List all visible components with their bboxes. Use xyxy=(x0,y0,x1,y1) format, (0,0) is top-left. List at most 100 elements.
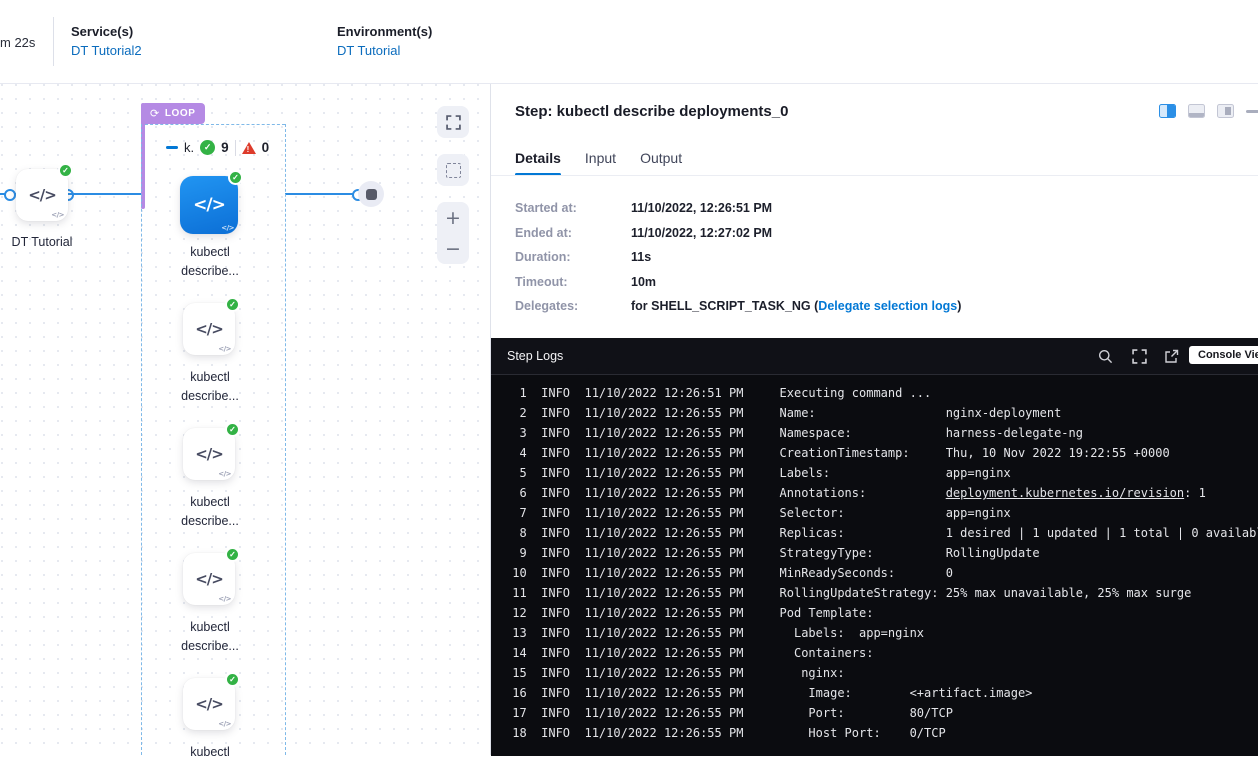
log-line: 10 INFO 11/10/2022 12:26:55 PM MinReadyS… xyxy=(505,563,1258,583)
step-logs-header: Step Logs Console View xyxy=(491,338,1258,375)
zoom-out-button[interactable]: − xyxy=(437,233,469,264)
log-line: 4 INFO 11/10/2022 12:26:55 PM CreationTi… xyxy=(505,443,1258,463)
environment-link[interactable]: DT Tutorial xyxy=(337,43,432,58)
success-badge-icon: ✓ xyxy=(58,163,73,178)
canvas-zoom-controls: + − xyxy=(437,202,469,264)
tab-output[interactable]: Output xyxy=(640,150,682,166)
canvas-fit-button[interactable] xyxy=(437,154,469,186)
duration-value: 11s xyxy=(631,250,651,264)
service-block: Service(s) DT Tutorial2 xyxy=(71,24,142,58)
log-fullscreen-button[interactable] xyxy=(1132,349,1147,364)
log-line: 6 INFO 11/10/2022 12:26:55 PM Annotation… xyxy=(505,483,1258,503)
started-at-label: Started at: xyxy=(515,201,631,215)
layout-split-view-button[interactable] xyxy=(1159,104,1176,118)
log-line: 9 INFO 11/10/2022 12:26:55 PM StrategyTy… xyxy=(505,543,1258,563)
detail-row-timeout: Timeout: 10m xyxy=(515,275,961,289)
log-line: 11 INFO 11/10/2022 12:26:55 PM RollingUp… xyxy=(505,583,1258,603)
edge-start-to-loop xyxy=(68,193,141,195)
ended-at-label: Ended at: xyxy=(515,226,631,240)
matrix-header: k. ✓ 9 ! 0 xyxy=(166,139,269,156)
search-icon xyxy=(1098,349,1113,364)
log-annotation-link[interactable]: deployment.kubernetes.io/revision xyxy=(946,486,1184,500)
environment-block: Environment(s) DT Tutorial xyxy=(337,24,432,58)
loop-icon: ⟳ xyxy=(150,107,160,120)
fit-selection-icon xyxy=(446,163,461,178)
layout-bottom-view-button[interactable] xyxy=(1188,104,1205,118)
node-kubectl-describe-4[interactable]: </> </> ✓ xyxy=(183,553,235,605)
node-dt-tutorial[interactable]: </> </> ✓ xyxy=(16,169,68,221)
execution-topbar: m 22s Service(s) DT Tutorial2 Environmen… xyxy=(0,0,1258,84)
delegate-selection-logs-link[interactable]: Delegate selection logs xyxy=(818,299,957,313)
node-kubectl-describe-2[interactable]: </> </> ✓ xyxy=(183,303,235,355)
detail-row-delegates: Delegates: for SHELL_SCRIPT_TASK_NG (Del… xyxy=(515,299,961,313)
delegates-label: Delegates: xyxy=(515,299,631,313)
tabs-border xyxy=(491,175,1258,176)
stop-icon xyxy=(366,189,377,200)
log-open-new-tab-button[interactable] xyxy=(1164,349,1179,364)
detail-row-ended: Ended at: 11/10/2022, 12:27:02 PM xyxy=(515,226,961,240)
canvas-fullscreen-button[interactable] xyxy=(437,106,469,138)
log-line: 2 INFO 11/10/2022 12:26:55 PM Name: ngin… xyxy=(505,403,1258,423)
execution-duration: m 22s xyxy=(0,35,35,50)
detail-row-started: Started at: 11/10/2022, 12:26:51 PM xyxy=(515,201,961,215)
log-line: 15 INFO 11/10/2022 12:26:55 PM nginx: xyxy=(505,663,1258,683)
external-link-icon xyxy=(1164,349,1179,364)
code-icon: </> xyxy=(195,320,223,338)
node-label-kubectl: kubectldescribe... xyxy=(151,243,269,281)
console-view-button[interactable]: Console View xyxy=(1189,346,1258,364)
node-label-kubectl: kubectldescribe... xyxy=(151,493,269,531)
log-line: 8 INFO 11/10/2022 12:26:55 PM Replicas: … xyxy=(505,523,1258,543)
code-corner-icon: </> xyxy=(51,211,64,219)
node-stage-end xyxy=(358,181,384,207)
environment-label: Environment(s) xyxy=(337,24,432,39)
log-line: 13 INFO 11/10/2022 12:26:55 PM Labels: a… xyxy=(505,623,1258,643)
failed-count: 0 xyxy=(262,140,270,155)
code-corner-icon: </> xyxy=(218,470,231,478)
log-line: 7 INFO 11/10/2022 12:26:55 PM Selector: … xyxy=(505,503,1258,523)
log-line: 18 INFO 11/10/2022 12:26:55 PM Host Port… xyxy=(505,723,1258,743)
log-lines[interactable]: 1 INFO 11/10/2022 12:26:51 PM Executing … xyxy=(491,375,1258,756)
minimize-panel-button[interactable] xyxy=(1246,110,1258,113)
step-logs-section: Step Logs Console View 1 INFO 11/10/2022… xyxy=(491,338,1258,755)
success-count-icon: ✓ xyxy=(200,140,215,155)
zoom-in-button[interactable]: + xyxy=(437,202,469,233)
loop-border-left xyxy=(141,124,142,755)
duration-label: Duration: xyxy=(515,250,631,264)
tab-details[interactable]: Details xyxy=(515,150,561,166)
code-corner-icon: </> xyxy=(221,224,234,232)
warning-triangle-icon: ! xyxy=(242,142,256,154)
success-badge-icon: ✓ xyxy=(225,547,240,562)
node-label-dt-tutorial: DT Tutorial xyxy=(0,233,101,252)
loop-border-top xyxy=(145,124,285,125)
node-label-kubectl: kubectldescribe... xyxy=(151,368,269,406)
started-at-value: 11/10/2022, 12:26:51 PM xyxy=(631,201,772,215)
step-detail-fields: Started at: 11/10/2022, 12:26:51 PM Ende… xyxy=(515,201,961,324)
success-badge-icon: ✓ xyxy=(228,170,243,185)
log-line: 17 INFO 11/10/2022 12:26:55 PM Port: 80/… xyxy=(505,703,1258,723)
node-kubectl-describe-selected[interactable]: </> </> ✓ xyxy=(180,176,238,234)
log-line: 12 INFO 11/10/2022 12:26:55 PM Pod Templ… xyxy=(505,603,1258,623)
ended-at-value: 11/10/2022, 12:27:02 PM xyxy=(631,226,772,240)
delegates-value: for SHELL_SCRIPT_TASK_NG (Delegate selec… xyxy=(631,299,961,313)
step-details-panel: Step: kubectl describe deployments_0 Det… xyxy=(490,83,1258,755)
log-line: 3 INFO 11/10/2022 12:26:55 PM Namespace:… xyxy=(505,423,1258,443)
service-link[interactable]: DT Tutorial2 xyxy=(71,43,142,58)
topbar-divider xyxy=(53,17,54,66)
log-line: 14 INFO 11/10/2022 12:26:55 PM Container… xyxy=(505,643,1258,663)
collapse-icon[interactable] xyxy=(166,146,178,149)
detail-row-duration: Duration: 11s xyxy=(515,250,961,264)
node-kubectl-describe-5[interactable]: </> </> ✓ xyxy=(183,678,235,730)
node-kubectl-describe-3[interactable]: </> </> ✓ xyxy=(183,428,235,480)
step-tabs: Details Input Output xyxy=(515,150,682,166)
layout-right-view-button[interactable] xyxy=(1217,104,1234,118)
success-badge-icon: ✓ xyxy=(225,297,240,312)
log-search-button[interactable] xyxy=(1098,349,1113,364)
code-corner-icon: </> xyxy=(218,720,231,728)
step-title: Step: kubectl describe deployments_0 xyxy=(515,103,788,120)
loop-badge: ⟳ LOOP xyxy=(141,103,205,124)
log-line: 5 INFO 11/10/2022 12:26:55 PM Labels: ap… xyxy=(505,463,1258,483)
success-badge-icon: ✓ xyxy=(225,422,240,437)
tab-input[interactable]: Input xyxy=(585,150,616,166)
step-logs-title: Step Logs xyxy=(507,349,563,363)
success-badge-icon: ✓ xyxy=(225,672,240,687)
